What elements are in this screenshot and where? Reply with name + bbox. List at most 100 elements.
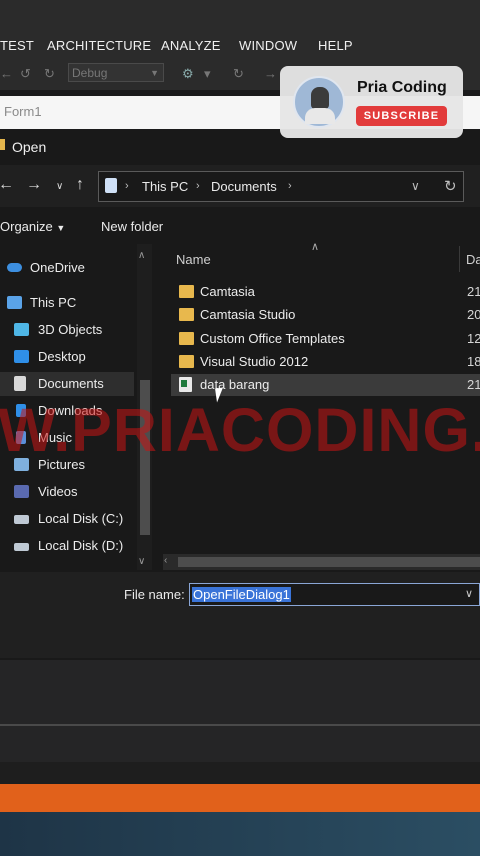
file-name-value: OpenFileDialog1 (192, 587, 291, 602)
up-button[interactable]: ↑ (76, 176, 84, 194)
organize-button[interactable]: Organize ▼ (0, 219, 65, 234)
back-button[interactable]: ← (0, 176, 14, 194)
cloud-icon (7, 263, 22, 272)
recent-locations-icon[interactable]: ∨ (56, 181, 63, 192)
subscribe-button[interactable]: SUBSCRIBE (356, 106, 447, 126)
scroll-down-icon[interactable]: ∨ (138, 556, 145, 567)
scroll-left-icon[interactable]: ‹ (164, 555, 167, 566)
this-pc-icon (105, 178, 117, 193)
nav-item-this-pc[interactable]: This PC (0, 291, 140, 315)
column-header-name[interactable]: Name (176, 252, 211, 267)
nav-item-desktop[interactable]: Desktop (0, 345, 140, 369)
panel-area (0, 726, 480, 762)
cube-icon (14, 323, 29, 336)
column-divider[interactable] (459, 246, 460, 272)
panel-area (0, 762, 480, 784)
nav-item-label: OneDrive (30, 260, 85, 275)
chevron-down-icon[interactable]: ∨ (465, 587, 473, 600)
file-name: Visual Studio 2012 (200, 354, 309, 369)
chevron-right-icon: › (288, 180, 292, 192)
scroll-up-icon[interactable]: ∧ (138, 250, 145, 261)
column-header-date[interactable]: Da (466, 252, 480, 267)
nav-item-documents[interactable]: Documents (0, 372, 134, 396)
back-icon[interactable]: ← (0, 66, 13, 81)
nav-item-local-disk-d[interactable]: Local Disk (D:) (0, 534, 140, 558)
chevron-down-icon[interactable]: ∨ (411, 179, 420, 193)
chevron-down-icon: ▼ (56, 223, 66, 233)
file-date: 18 (467, 354, 480, 369)
address-segment-documents[interactable]: Documents (211, 179, 277, 194)
menu-window[interactable]: WINDOW (239, 38, 297, 53)
nav-item-label: This PC (30, 295, 77, 310)
menu-help[interactable]: HELP (318, 38, 353, 53)
file-name: Camtasia Studio (200, 307, 296, 322)
configuration-dropdown[interactable]: Debug ▼ (68, 63, 164, 82)
nav-item-label: Documents (38, 376, 104, 391)
folder-icon (179, 332, 194, 345)
nav-item-label: Desktop (38, 349, 86, 364)
forward-button[interactable]: → (26, 176, 42, 194)
menu-architecture[interactable]: ARCHITECTURE (47, 38, 151, 53)
avatar-body (305, 108, 335, 124)
menu-test[interactable]: TEST (0, 38, 34, 53)
redo-icon[interactable]: ↻ (44, 66, 55, 82)
sort-ascending-icon: ∧ (311, 241, 320, 253)
file-date: 12 (467, 331, 480, 346)
file-date: 20 (467, 307, 480, 322)
chevron-right-icon: › (125, 180, 129, 192)
file-name: data barang (200, 377, 270, 392)
file-row[interactable]: Custom Office Templates 12 (171, 328, 480, 350)
watermark-text: W.PRIACODING. (0, 396, 480, 464)
nav-item-label: 3D Objects (38, 322, 103, 337)
menu-analyze[interactable]: ANALYZE (161, 38, 221, 53)
file-date: 21 (467, 284, 480, 299)
avatar-head (311, 87, 329, 109)
nav-item-label: Local Disk (D:) (38, 538, 124, 553)
file-name-input[interactable]: OpenFileDialog1 ∨ (189, 583, 480, 606)
forward-icon[interactable]: → (264, 66, 277, 81)
dropdown-icon[interactable]: ▾ (204, 66, 211, 82)
desktop-icon (14, 350, 29, 363)
file-row[interactable]: Visual Studio 2012 18 (171, 351, 480, 373)
nav-item-local-disk-c[interactable]: Local Disk (C:) (0, 507, 140, 531)
video-icon (14, 485, 29, 498)
channel-name: Pria Coding (357, 79, 447, 96)
excel-file-icon (179, 377, 192, 392)
file-name-label: File name: (124, 587, 185, 602)
computer-icon (7, 296, 22, 309)
form-title: Form1 (4, 104, 42, 119)
file-row[interactable]: Camtasia Studio 20 (171, 304, 480, 326)
nav-item-label: Local Disk (C:) (38, 511, 124, 526)
configuration-value: Debug (72, 66, 108, 80)
status-bar (0, 784, 480, 812)
new-folder-button[interactable]: New folder (101, 219, 163, 234)
address-bar[interactable]: › This PC › Documents › ∨ (98, 171, 464, 202)
address-segment-this-pc[interactable]: This PC (142, 179, 188, 194)
chevron-down-icon: ▼ (150, 68, 159, 78)
menu-bar: TEST ARCHITECTURE ANALYZE WINDOW HELP (0, 0, 480, 60)
command-bar (0, 212, 480, 240)
folder-icon (179, 285, 194, 298)
undo-icon[interactable]: ↺ (20, 66, 31, 82)
nav-item-3d-objects[interactable]: 3D Objects (0, 318, 140, 342)
file-date: 21 (467, 377, 480, 392)
drive-icon (14, 515, 29, 524)
nav-item-label: Videos (38, 484, 78, 499)
nav-item-videos[interactable]: Videos (0, 480, 140, 504)
step-icon[interactable]: ↻ (233, 66, 244, 82)
attach-icon[interactable]: ⚙ (182, 66, 194, 82)
nav-item-onedrive[interactable]: OneDrive (0, 256, 140, 280)
avatar (293, 76, 345, 128)
chevron-right-icon: › (196, 180, 200, 192)
taskbar (0, 812, 480, 856)
documents-icon (14, 376, 26, 391)
refresh-icon[interactable]: ↻ (444, 177, 457, 195)
folder-icon (179, 308, 194, 321)
organize-label: Organize (0, 219, 53, 234)
dialog-title: Open (12, 139, 47, 155)
file-row[interactable]: Camtasia 21 (171, 281, 480, 303)
drive-icon (14, 543, 29, 551)
file-name: Custom Office Templates (200, 331, 345, 346)
file-name: Camtasia (200, 284, 255, 299)
horizontal-scrollbar-thumb[interactable] (178, 557, 480, 567)
